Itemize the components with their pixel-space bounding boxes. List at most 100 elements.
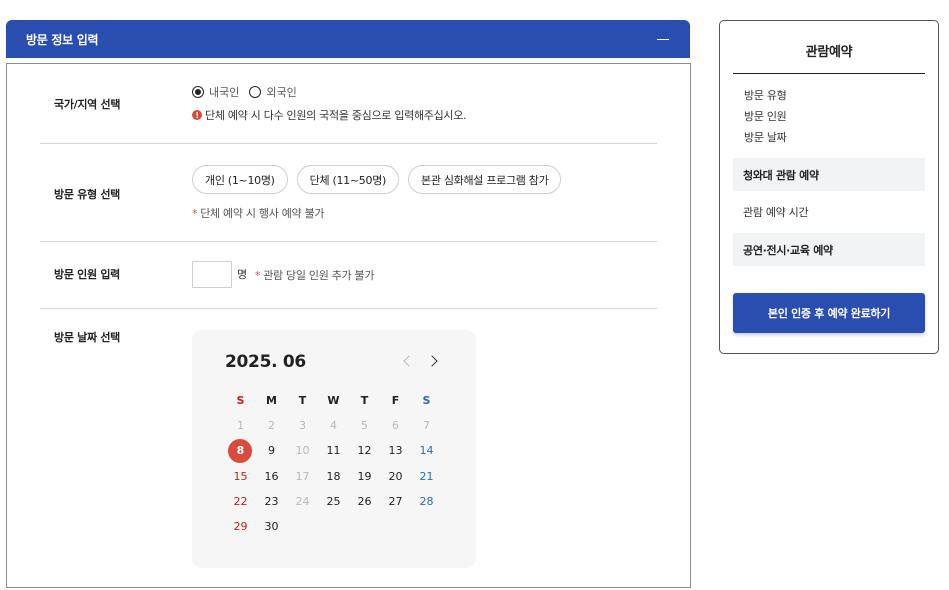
required-star: * <box>255 269 261 282</box>
calendar-day[interactable]: 2 <box>256 413 287 438</box>
calendar-day[interactable]: 23 <box>256 489 287 514</box>
calendar-day-number: 3 <box>299 419 306 432</box>
calendar-day-number: 11 <box>326 444 341 458</box>
calendar-day[interactable]: 20 <box>380 464 411 489</box>
collapse-icon[interactable] <box>656 32 670 46</box>
calendar-day[interactable]: 19 <box>349 464 380 489</box>
side-item-visit-date: 방문 날짜 <box>744 131 787 144</box>
foreign-radio[interactable] <box>249 86 262 98</box>
calendar-day[interactable]: 7 <box>411 413 442 438</box>
calendar-day-number: 5 <box>361 419 368 432</box>
calendar-day[interactable]: 27 <box>380 489 411 514</box>
calendar-day-number: 24 <box>295 494 310 508</box>
calendar-day[interactable]: 15 <box>225 464 256 489</box>
calendar-weekday: M <box>266 394 277 407</box>
calendar-day[interactable]: 5 <box>349 413 380 438</box>
panel-title: 방문 정보 입력 <box>26 32 99 47</box>
visit-type-note-text: 단체 예약 시 행사 예약 불가 <box>200 207 325 220</box>
calendar-day[interactable]: 14 <box>411 438 442 463</box>
count-note-text: 관람 당일 인원 추가 불가 <box>263 269 375 282</box>
calendar-day-number: 13 <box>388 444 403 458</box>
calendar-day-number: 26 <box>357 494 372 508</box>
chevron-left-icon[interactable] <box>402 356 412 366</box>
warning-icon: ! <box>192 110 202 120</box>
calendar-day[interactable]: 24 <box>287 489 318 514</box>
calendar-day-number: 28 <box>419 494 434 508</box>
side-item-visit-count: 방문 인원 <box>744 110 787 123</box>
calendar-empty-cell <box>349 514 380 539</box>
calendar-weekday: W <box>327 394 340 407</box>
calendar-empty-cell <box>411 514 442 539</box>
calendar-day-number: 2 <box>268 419 275 432</box>
calendar-day-number: 27 <box>388 494 403 508</box>
calendar-day-number: 21 <box>419 469 434 483</box>
side-item-visit-type: 방문 유형 <box>744 89 787 102</box>
calendar-day-number: 20 <box>388 469 403 483</box>
calendar-day[interactable]: 13 <box>380 438 411 463</box>
nation-label: 국가/지역 선택 <box>54 98 121 111</box>
calendar-day-number: 23 <box>264 494 279 508</box>
calendar-weekday: S <box>422 394 431 407</box>
calendar-day[interactable]: 17 <box>287 464 318 489</box>
calendar-day[interactable]: 29 <box>225 514 256 539</box>
calendar-day-number: 19 <box>357 469 372 483</box>
foreign-label[interactable]: 외국인 <box>266 84 296 100</box>
calendar-weekday: T <box>298 394 307 407</box>
calendar-weekday: S <box>236 394 245 407</box>
calendar-day[interactable]: 25 <box>318 489 349 514</box>
calendar-day-selected[interactable]: 8 <box>225 438 256 464</box>
side-section-bluehouse[interactable]: 청와대 관람 예약 <box>733 158 925 191</box>
calendar-month-title: 2025. 06 <box>225 352 306 372</box>
nation-row: 국가/지역 선택 내국인 외국인 ! 단체 예약 시 다수 인원의 국적을 중심… <box>40 64 657 144</box>
type-group-button[interactable]: 단체 (11~50명) <box>296 165 400 194</box>
calendar-day[interactable]: 30 <box>256 514 287 539</box>
calendar-day[interactable]: 11 <box>318 438 349 463</box>
visit-info-form: 국가/지역 선택 내국인 외국인 ! 단체 예약 시 다수 인원의 국적을 중심… <box>6 63 691 588</box>
visitor-count-row: 방문 인원 입력 명 * 관람 당일 인원 추가 불가 <box>40 242 657 309</box>
calendar-day[interactable]: 4 <box>318 413 349 438</box>
calendar-day-number: 10 <box>295 444 310 458</box>
calendar-day[interactable]: 16 <box>256 464 287 489</box>
visit-info-panel-header[interactable]: 방문 정보 입력 <box>6 20 690 58</box>
calendar-day[interactable]: 1 <box>225 413 256 438</box>
calendar-day-number: 25 <box>326 494 341 508</box>
calendar-day[interactable]: 21 <box>411 464 442 489</box>
calendar-day-number: 17 <box>295 469 310 483</box>
calendar-day[interactable]: 12 <box>349 438 380 463</box>
chevron-right-icon[interactable] <box>428 356 438 366</box>
calendar-grid: S M T W T F S 1 2 3 4 5 6 7 8 9 10 11 12 13 14 15 16 17 18 19 20 21… <box>225 388 442 539</box>
calendar-day-number: 12 <box>357 444 372 458</box>
calendar-day[interactable]: 18 <box>318 464 349 489</box>
calendar-day-number: 9 <box>268 444 275 458</box>
count-note: * 관람 당일 인원 추가 불가 <box>255 267 375 283</box>
calendar-day[interactable]: 10 <box>287 438 318 463</box>
visit-type-row: 방문 유형 선택 개인 (1~10명) 단체 (11~50명) 본관 심화해설 … <box>40 144 657 242</box>
nation-radio-group: 내국인 외국인 <box>192 84 307 100</box>
domestic-radio[interactable] <box>192 86 204 98</box>
calendar-day[interactable]: 3 <box>287 413 318 438</box>
complete-reservation-button[interactable]: 본인 인증 후 예약 완료하기 <box>733 293 925 333</box>
side-divider <box>733 73 925 74</box>
nation-notice: ! 단체 예약 시 다수 인원의 국적을 중심으로 입력해주십시오. <box>192 107 467 123</box>
side-title: 관람예약 <box>805 45 853 60</box>
side-section-time[interactable]: 관람 예약 시간 <box>733 195 925 228</box>
visit-type-note: * 단체 예약 시 행사 예약 불가 <box>192 205 325 221</box>
calendar-day[interactable]: 26 <box>349 489 380 514</box>
type-program-button[interactable]: 본관 심화해설 프로그램 참가 <box>408 165 562 194</box>
calendar-empty-cell <box>380 514 411 539</box>
calendar-empty-cell <box>287 514 318 539</box>
visitor-count-input[interactable] <box>192 261 232 288</box>
calendar-day-number: 18 <box>326 469 341 483</box>
side-section-events[interactable]: 공연·전시·교육 예약 <box>733 233 925 266</box>
calendar-day-number: 4 <box>330 419 337 432</box>
visit-type-label: 방문 유형 선택 <box>54 188 120 201</box>
calendar-day-number: 7 <box>423 419 430 432</box>
calendar-day[interactable]: 22 <box>225 489 256 514</box>
calendar-day[interactable]: 28 <box>411 489 442 514</box>
calendar-day[interactable]: 9 <box>256 438 287 463</box>
domestic-label[interactable]: 내국인 <box>209 84 239 100</box>
calendar-day-number: 30 <box>264 520 279 534</box>
type-individual-button[interactable]: 개인 (1~10명) <box>192 165 288 194</box>
visitor-count-label: 방문 인원 입력 <box>54 268 120 281</box>
calendar-day[interactable]: 6 <box>380 413 411 438</box>
